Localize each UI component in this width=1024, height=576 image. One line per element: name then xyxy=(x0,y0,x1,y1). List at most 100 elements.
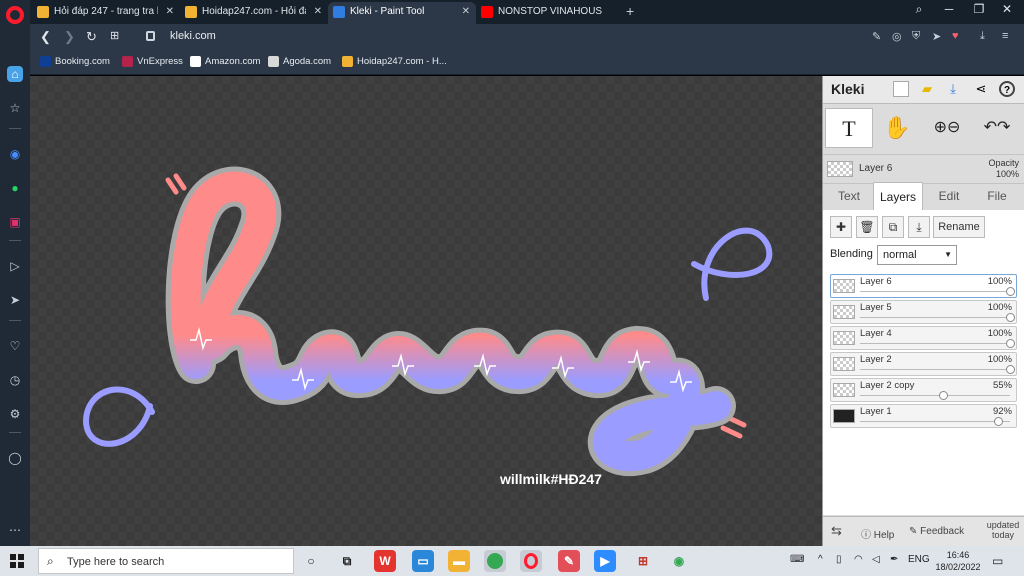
opacity-slider-knob[interactable] xyxy=(1006,313,1015,322)
close-tab-icon[interactable]: ✕ xyxy=(462,2,470,22)
opacity-slider-track[interactable] xyxy=(860,369,1010,370)
shield-icon[interactable]: ⛨ xyxy=(912,30,920,43)
layer-row[interactable]: Layer 5 100% xyxy=(830,300,1017,324)
opera-logo-icon[interactable] xyxy=(6,6,24,24)
layer-row[interactable]: Layer 2 copy 55% xyxy=(830,378,1017,402)
feedback-link[interactable]: ✎ Feedback xyxy=(909,526,964,537)
help-link[interactable]: ⓘ Help xyxy=(861,526,894,541)
forward-icon[interactable]: ❯ xyxy=(64,29,75,45)
blending-select[interactable]: normal ▼ xyxy=(877,245,957,265)
opacity-slider-knob[interactable] xyxy=(938,391,948,400)
duplicate-layer-button[interactable]: ⧉ xyxy=(882,216,904,238)
app-pink-icon[interactable]: ✎ xyxy=(558,550,580,572)
tab-text[interactable]: Text xyxy=(827,182,871,210)
tab-hoidap-2[interactable]: Hoidap247.com - Hỏi đáp ✕ xyxy=(180,2,328,24)
new-file-icon[interactable] xyxy=(893,81,909,97)
restore-icon[interactable]: ❐ xyxy=(970,2,988,16)
opera-taskbar-icon[interactable] xyxy=(520,550,542,572)
cortana-icon[interactable]: ○ xyxy=(300,550,322,572)
snapshot-icon[interactable]: ◎ xyxy=(892,30,902,43)
download-icon[interactable]: ⤓ xyxy=(980,30,985,43)
merge-down-button[interactable]: ⤓ xyxy=(908,216,930,238)
wps-office-icon[interactable]: W xyxy=(374,550,396,572)
back-icon[interactable]: ❮ xyxy=(40,29,51,45)
url-field[interactable]: kleki.com xyxy=(170,30,216,42)
search-tabs-icon[interactable]: ⌕ xyxy=(910,2,928,17)
tab-edit[interactable]: Edit xyxy=(927,182,971,210)
bookmark-booking[interactable]: Booking.com xyxy=(40,56,110,67)
pen-icon[interactable]: ✒ xyxy=(890,554,898,565)
language-indicator[interactable]: ENG xyxy=(908,554,930,565)
heart-icon[interactable]: ♡ xyxy=(7,338,23,354)
help-icon[interactable]: ? xyxy=(999,81,1015,97)
home-icon[interactable]: ⌂ xyxy=(7,66,23,82)
chrome-alt-icon[interactable]: ◉ xyxy=(668,550,690,572)
add-layer-button[interactable]: ✚ xyxy=(830,216,852,238)
reload-icon[interactable]: ↻ xyxy=(86,29,97,45)
task-view-icon[interactable]: ⧉ xyxy=(336,550,358,572)
bookmark-agoda[interactable]: Agoda.com xyxy=(268,56,331,67)
tab-hoidap-1[interactable]: Hỏi đáp 247 - trang tra lời ✕ xyxy=(32,2,180,24)
save-download-icon[interactable]: ⤓ xyxy=(945,81,961,97)
opacity-slider-track[interactable] xyxy=(860,421,1010,422)
network-app-icon[interactable]: ⊞ xyxy=(632,550,654,572)
speed-dial-icon[interactable]: ☆ xyxy=(7,100,23,116)
windows-start-icon[interactable] xyxy=(10,554,24,568)
history-icon[interactable]: ◷ xyxy=(7,372,23,388)
bookmark-vnexpress[interactable]: VnExpress xyxy=(122,56,183,67)
player-icon[interactable]: ▷ xyxy=(7,258,23,274)
monitor-app-icon[interactable]: ▭ xyxy=(412,550,434,572)
bookmark-amazon[interactable]: Amazon.com xyxy=(190,56,260,67)
layer-row[interactable]: Layer 6 100% xyxy=(830,274,1017,298)
tab-file[interactable]: File xyxy=(975,182,1019,210)
lock-icon[interactable] xyxy=(146,31,155,41)
wifi-icon[interactable]: ◠ xyxy=(854,554,863,565)
opacity-slider-knob[interactable] xyxy=(1006,365,1015,374)
messenger-icon[interactable]: ◉ xyxy=(7,146,23,162)
undo-redo-icon[interactable]: ↶↷ xyxy=(973,108,1021,148)
open-folder-icon[interactable]: ▰ xyxy=(919,81,935,97)
heart-icon[interactable]: ♥ xyxy=(952,30,959,42)
menu-icon[interactable]: ≡ xyxy=(1002,30,1008,42)
bookmark-hoidap[interactable]: Hoidap247.com - H... xyxy=(342,56,447,67)
zoom-app-icon[interactable]: ▶ xyxy=(594,550,616,572)
volume-icon[interactable]: ◁ xyxy=(872,554,880,565)
whatsapp-icon[interactable]: ● xyxy=(7,180,23,196)
notifications-icon[interactable]: ▭ xyxy=(992,554,1003,568)
new-tab-plus-icon[interactable]: + xyxy=(626,3,634,19)
layer-row[interactable]: Layer 4 100% xyxy=(830,326,1017,350)
tips-bulb-icon[interactable]: ◯ xyxy=(7,450,23,466)
opacity-slider-track[interactable] xyxy=(860,317,1010,318)
opacity-slider-track[interactable] xyxy=(860,343,1010,344)
opacity-slider-track[interactable] xyxy=(860,395,1010,396)
send-icon[interactable]: ➤ xyxy=(7,292,23,308)
minimize-icon[interactable]: ─ xyxy=(940,2,958,16)
text-tool-icon[interactable]: T xyxy=(825,108,873,148)
swap-arrows-icon[interactable]: ⇆ xyxy=(831,523,842,539)
zoom-icon[interactable]: ⊕⊖ xyxy=(923,108,971,148)
instagram-icon[interactable]: ▣ xyxy=(7,214,23,230)
taskbar-search[interactable]: ⌕ Type here to search xyxy=(38,548,294,574)
opacity-slider-track[interactable] xyxy=(860,291,1010,292)
share-icon[interactable]: ⋖ xyxy=(973,81,989,97)
system-clock[interactable]: 16:46 18/02/2022 xyxy=(934,549,982,573)
close-window-icon[interactable]: ✕ xyxy=(998,2,1016,16)
opacity-slider-knob[interactable] xyxy=(994,417,1003,426)
close-tab-icon[interactable]: ✕ xyxy=(166,2,174,22)
edit-icon[interactable]: ✎ xyxy=(872,30,881,43)
opacity-slider-knob[interactable] xyxy=(1006,287,1015,296)
close-tab-icon[interactable]: ✕ xyxy=(314,2,322,22)
tabs-grid-icon[interactable]: ⊞ xyxy=(110,29,119,42)
layer-row[interactable]: Layer 2 100% xyxy=(830,352,1017,376)
tab-kleki[interactable]: Kleki - Paint Tool ✕ xyxy=(328,2,476,24)
keyboard-icon[interactable]: ⌨ xyxy=(790,554,804,565)
battery-icon[interactable]: ▯ xyxy=(836,554,842,565)
chrome-icon[interactable] xyxy=(484,550,506,572)
file-explorer-icon[interactable]: ▬ xyxy=(448,550,470,572)
opacity-slider-knob[interactable] xyxy=(1006,339,1015,348)
drawing-canvas[interactable]: willmilk#HĐ247 xyxy=(30,76,822,546)
more-icon[interactable]: ⋯ xyxy=(7,522,23,538)
tray-chevron-icon[interactable]: ^ xyxy=(818,554,823,565)
hand-tool-icon[interactable]: ✋ xyxy=(873,108,921,148)
delete-layer-button[interactable]: 🗑 xyxy=(856,216,878,238)
